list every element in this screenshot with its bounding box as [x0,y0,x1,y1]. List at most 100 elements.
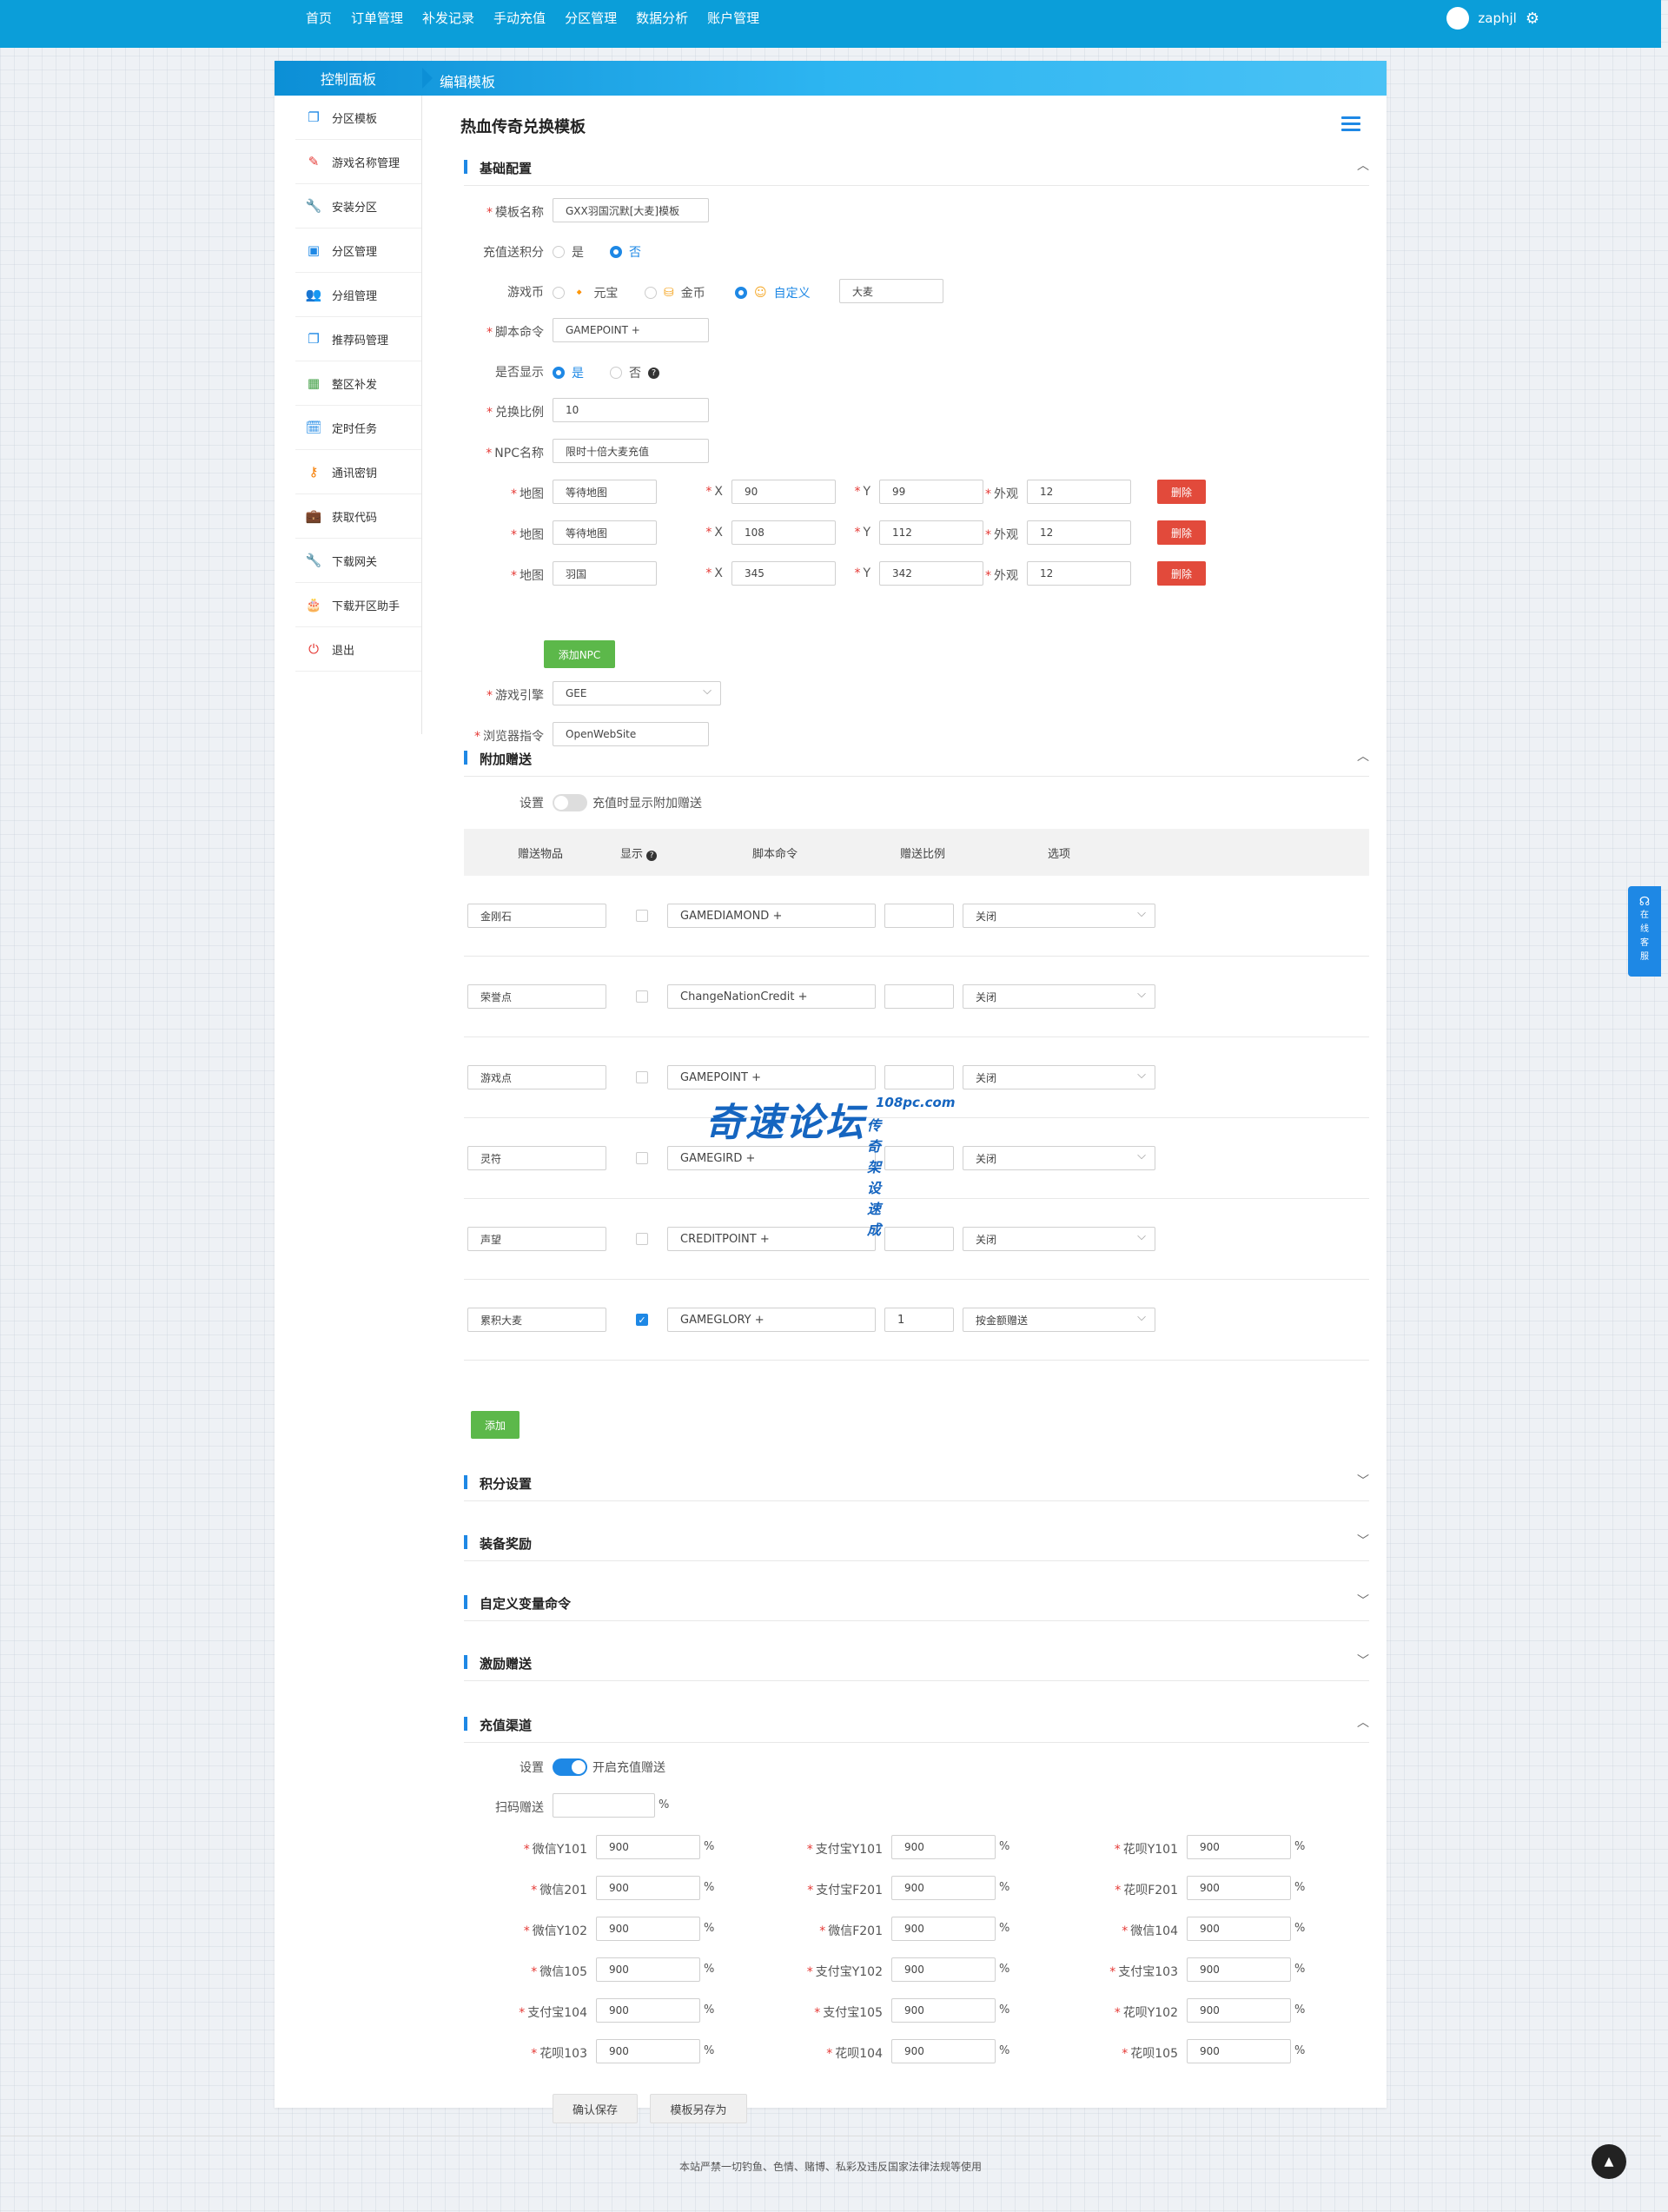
channel-rate-input[interactable]: 900 [1187,1957,1291,1982]
nav-orders[interactable]: 订单管理 [351,9,403,27]
sidebar-item[interactable]: 🎂 下载开区助手 [295,583,421,627]
delete-npc-button[interactable]: 删除 [1157,561,1206,586]
channel-rate-input[interactable]: 900 [596,1998,700,2023]
nav-account[interactable]: 账户管理 [707,9,759,27]
extra-display-toggle[interactable] [553,794,587,811]
nav-zone-manage[interactable]: 分区管理 [565,9,617,27]
channel-rate-input[interactable]: 900 [891,2039,996,2063]
save-button[interactable]: 确认保存 [553,2094,638,2123]
gift-script-input[interactable]: GAMEDIAMOND + [667,904,876,928]
gift-option-select[interactable]: 关闭 [963,1227,1155,1251]
npc-y-input[interactable]: 342 [879,561,983,586]
section-custom-var[interactable]: 自定义变量命令 ﹀ [464,1586,1369,1621]
sidebar-item[interactable]: 💼 获取代码 [295,494,421,539]
sidebar-item[interactable]: ⏻ 退出 [295,627,421,672]
channel-rate-input[interactable]: 900 [596,1957,700,1982]
sidebar-item[interactable]: ▦ 整区补发 [295,361,421,406]
display-checkbox[interactable] [636,1152,648,1164]
delete-npc-button[interactable]: 删除 [1157,480,1206,504]
help-icon[interactable]: ? [646,851,658,861]
npc-look-input[interactable]: 12 [1027,561,1131,586]
gift-script-input[interactable]: ChangeNationCredit + [667,984,876,1009]
gift-item-input[interactable]: 声望 [467,1227,606,1251]
engine-select[interactable]: GEE [553,681,721,705]
add-extra-button[interactable]: 添加 [471,1411,520,1439]
currency-yuanbao[interactable]: 🔸 元宝 [553,284,618,301]
gift-script-input[interactable]: GAMEPOINT + [667,1065,876,1089]
sidebar-item[interactable]: ⚷ 通讯密钥 [295,450,421,494]
nav-reissue[interactable]: 补发记录 [422,9,474,27]
chevron-down-icon[interactable]: ﹀ [1357,1532,1369,1549]
gift-option-select[interactable]: 关闭 [963,1065,1155,1089]
npc-look-input[interactable]: 12 [1027,520,1131,545]
chevron-down-icon[interactable]: ﹀ [1357,1652,1369,1669]
gift-ratio-input[interactable] [884,1227,954,1251]
gift-ratio-input[interactable]: 1 [884,1308,954,1332]
npc-y-input[interactable]: 112 [879,520,983,545]
currency-custom-input[interactable]: 大麦 [839,279,943,303]
gift-ratio-input[interactable] [884,984,954,1009]
template-name-input[interactable]: GXX羽国沉默[大麦]模板 [553,198,709,222]
npc-map-input[interactable]: 等待地图 [553,520,657,545]
npc-name-input[interactable]: 限时十倍大麦充值 [553,439,709,463]
channel-rate-input[interactable]: 900 [891,1876,996,1900]
channel-rate-input[interactable]: 900 [891,1957,996,1982]
ratio-input[interactable]: 10 [553,398,709,422]
recharge-points-no[interactable]: 否 [610,243,641,261]
gift-ratio-input[interactable] [884,1146,954,1170]
section-points[interactable]: 积分设置 ﹀ [464,1467,1369,1501]
channel-rate-input[interactable]: 900 [596,1835,700,1859]
gift-ratio-input[interactable] [884,904,954,928]
channel-rate-input[interactable]: 900 [1187,1998,1291,2023]
display-checkbox[interactable] [636,1233,648,1245]
help-icon[interactable]: ? [648,367,659,379]
chevron-down-icon[interactable]: ﹀ [1357,1592,1369,1609]
gift-option-select[interactable]: 关闭 [963,904,1155,928]
add-npc-button[interactable]: 添加NPC [544,640,615,668]
channel-rate-input[interactable]: 900 [596,1917,700,1941]
sidebar-item[interactable]: 🔧 下载网关 [295,539,421,583]
section-equip[interactable]: 装备奖励 ﹀ [464,1527,1369,1561]
display-checkbox[interactable] [636,990,648,1003]
section-basic[interactable]: 基础配置 ︿ [464,151,1369,186]
gift-script-input[interactable]: GAMEGLORY + [667,1308,876,1332]
user-menu[interactable]: 🐱 zaphjl ⚙ [1446,7,1539,30]
gift-item-input[interactable]: 累积大麦 [467,1308,606,1332]
chevron-up-icon[interactable]: ︿ [1357,1713,1369,1731]
channel-rate-input[interactable]: 900 [891,1835,996,1859]
npc-look-input[interactable]: 12 [1027,480,1131,504]
gift-ratio-input[interactable] [884,1065,954,1089]
npc-y-input[interactable]: 99 [879,480,983,504]
list-menu-icon[interactable] [1341,116,1360,132]
sidebar-item[interactable]: 🗓 定时任务 [295,406,421,450]
gift-item-input[interactable]: 游戏点 [467,1065,606,1089]
control-panel-tab[interactable]: 控制面板 [275,61,433,96]
gift-script-input[interactable]: GAMEGIRD + [667,1146,876,1170]
section-incentive[interactable]: 激励赠送 ﹀ [464,1646,1369,1681]
nav-analytics[interactable]: 数据分析 [636,9,688,27]
npc-map-input[interactable]: 等待地图 [553,480,657,504]
display-yes[interactable]: 是 [553,364,584,381]
nav-home[interactable]: 首页 [306,9,332,27]
display-checkbox[interactable]: ✓ [636,1314,648,1326]
scan-gift-input[interactable] [553,1793,655,1818]
channel-rate-input[interactable]: 900 [1187,1876,1291,1900]
sidebar-item[interactable]: ▣ 分区管理 [295,228,421,273]
channel-rate-input[interactable]: 900 [1187,2039,1291,2063]
sidebar-item[interactable]: ❐ 推荐码管理 [295,317,421,361]
npc-x-input[interactable]: 90 [731,480,836,504]
chevron-up-icon[interactable]: ︿ [1357,747,1369,765]
sidebar-item[interactable]: ❐ 分区模板 [295,96,421,140]
online-service-button[interactable]: ☊ 在 线 客 服 [1628,886,1661,977]
gift-item-input[interactable]: 金刚石 [467,904,606,928]
npc-x-input[interactable]: 345 [731,561,836,586]
display-checkbox[interactable] [636,1071,648,1083]
nav-manual-recharge[interactable]: 手动充值 [493,9,546,27]
section-channel[interactable]: 充值渠道 ︿ [464,1708,1369,1743]
gift-item-input[interactable]: 灵符 [467,1146,606,1170]
channel-rate-input[interactable]: 900 [891,1998,996,2023]
gift-option-select[interactable]: 按金额赠送 [963,1308,1155,1332]
recharge-points-yes[interactable]: 是 [553,243,584,261]
npc-x-input[interactable]: 108 [731,520,836,545]
script-input[interactable]: GAMEPOINT + [553,318,709,342]
